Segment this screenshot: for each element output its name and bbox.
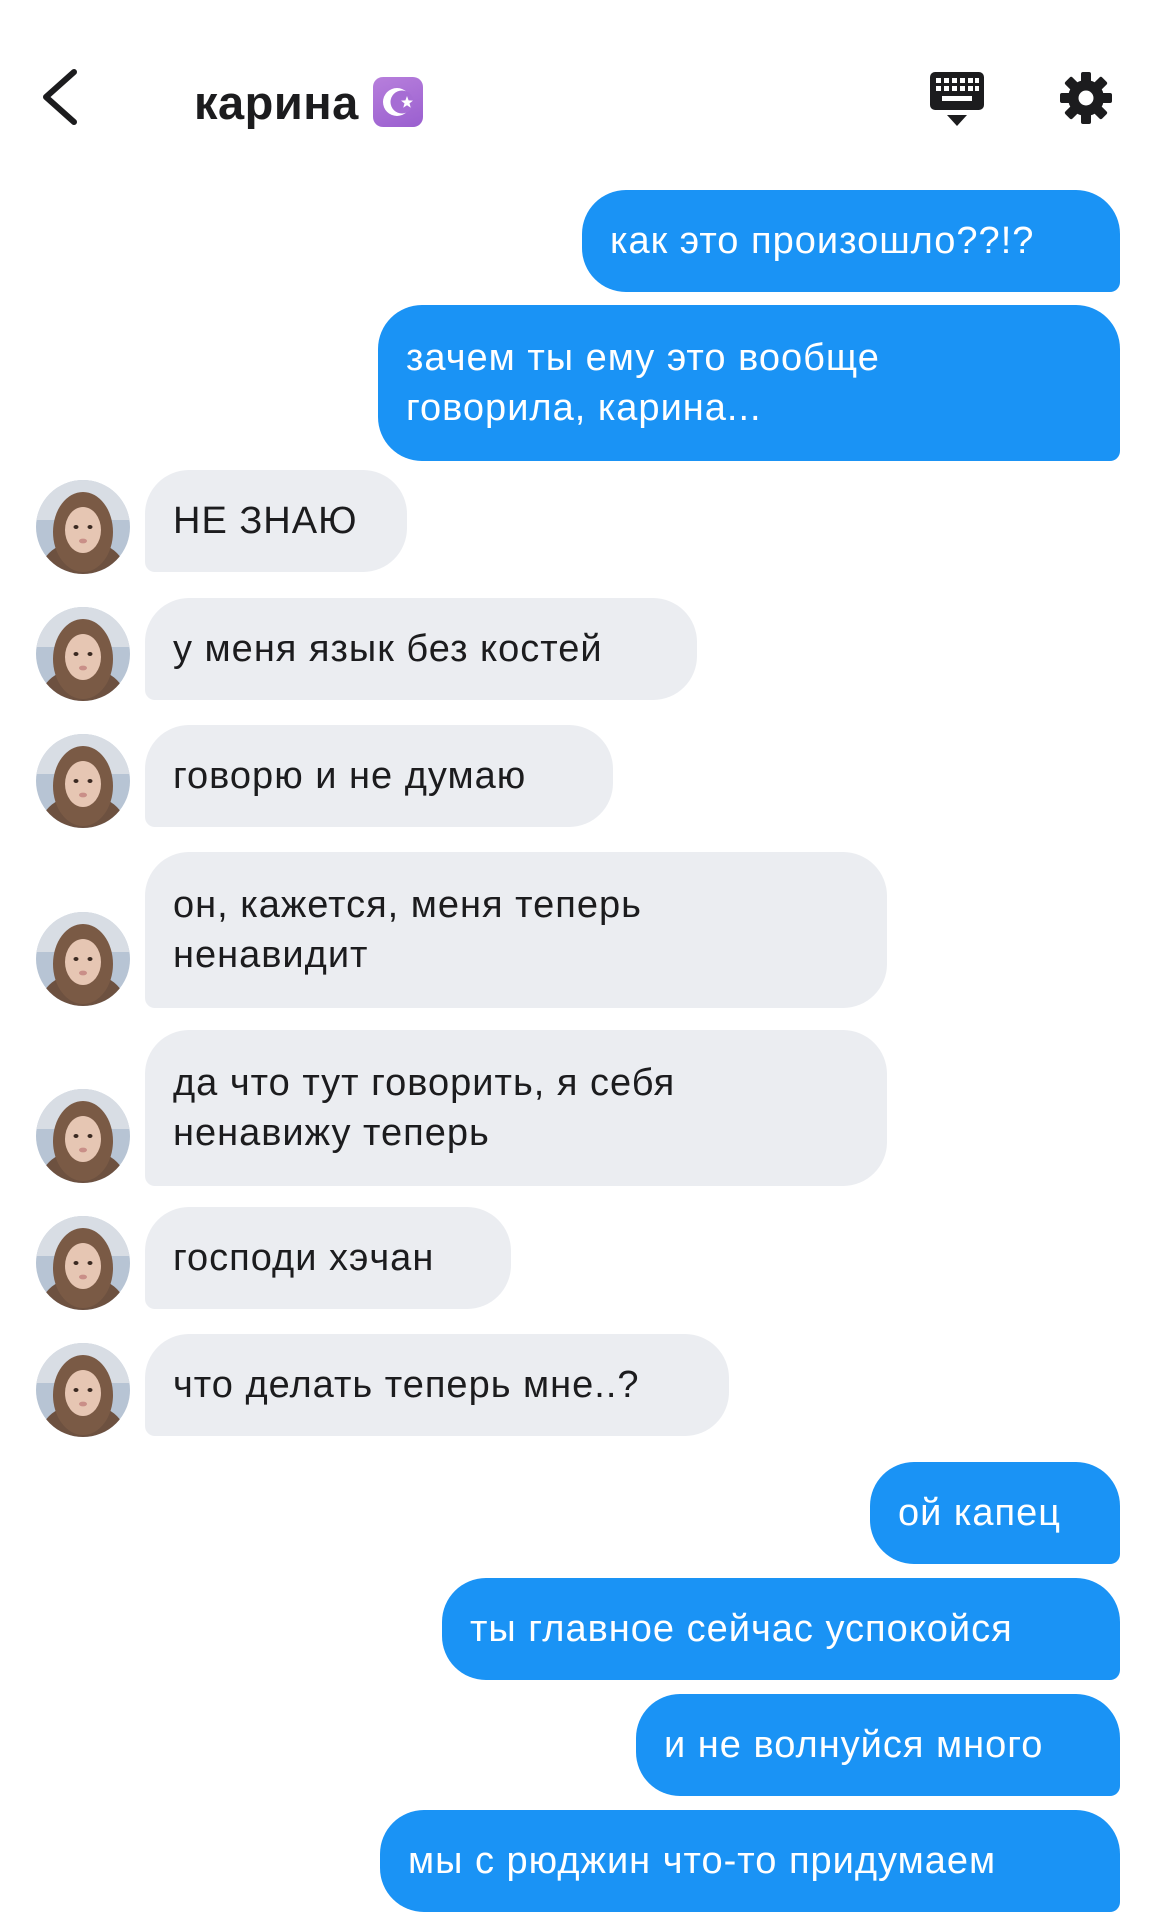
message-text: НЕ ЗНАЮ: [173, 500, 358, 542]
message-text-line: говорила, карина...: [406, 387, 762, 429]
settings-button[interactable]: [1058, 70, 1114, 126]
incoming-message[interactable]: НЕ ЗНАЮ: [145, 470, 407, 572]
incoming-message[interactable]: он, кажется, меня теперь ненавидит: [145, 852, 887, 1008]
message-text: у меня язык без костей: [173, 628, 603, 670]
avatar[interactable]: [36, 1343, 130, 1437]
incoming-message[interactable]: у меня язык без костей: [145, 598, 697, 700]
message-text-line: ненавидит: [173, 934, 369, 976]
outgoing-message[interactable]: и не волнуйся много: [636, 1694, 1120, 1796]
message-text-line: ненавижу теперь: [173, 1112, 490, 1154]
keyboard-icon: [930, 72, 984, 126]
message-text: господи хэчан: [173, 1237, 435, 1279]
gear-icon: [1060, 72, 1112, 124]
message-text-line: зачем ты ему это вообще: [406, 337, 880, 379]
avatar[interactable]: [36, 912, 130, 1006]
chat-title: карина: [194, 72, 423, 132]
chat-header: карина: [0, 0, 1154, 180]
message-text: что делать теперь мне..?: [173, 1364, 640, 1406]
message-text: и не волнуйся много: [664, 1724, 1044, 1766]
avatar[interactable]: [36, 480, 130, 574]
message-text-line: он, кажется, меня теперь: [173, 884, 642, 926]
incoming-message[interactable]: да что тут говорить, я себя ненавижу теп…: [145, 1030, 887, 1186]
star-crescent-icon: [372, 77, 423, 127]
incoming-message[interactable]: господи хэчан: [145, 1207, 511, 1309]
message-text: ты главное сейчас успокойся: [470, 1608, 1013, 1650]
message-text: мы с рюджин что-то придумаем: [408, 1840, 997, 1882]
incoming-message[interactable]: говорю и не думаю: [145, 725, 613, 827]
outgoing-message[interactable]: мы с рюджин что-то придумаем: [380, 1810, 1120, 1912]
outgoing-message[interactable]: зачем ты ему это вообще говорила, карина…: [378, 305, 1120, 461]
avatar[interactable]: [36, 734, 130, 828]
chevron-left-icon: [43, 69, 77, 125]
outgoing-message[interactable]: как это произошло??!?: [582, 190, 1120, 292]
message-text: говорю и не думаю: [173, 755, 527, 797]
incoming-message[interactable]: что делать теперь мне..?: [145, 1334, 729, 1436]
back-button[interactable]: [34, 62, 94, 132]
avatar[interactable]: [36, 1089, 130, 1183]
message-text: как это произошло??!?: [610, 220, 1035, 262]
message-text-line: да что тут говорить, я себя: [173, 1062, 676, 1104]
avatar[interactable]: [36, 1216, 130, 1310]
avatar[interactable]: [36, 607, 130, 701]
outgoing-message[interactable]: ой капец: [870, 1462, 1120, 1564]
keyboard-button[interactable]: [928, 70, 986, 130]
contact-name: карина: [194, 75, 359, 129]
outgoing-message[interactable]: ты главное сейчас успокойся: [442, 1578, 1120, 1680]
message-text: ой капец: [898, 1492, 1061, 1534]
